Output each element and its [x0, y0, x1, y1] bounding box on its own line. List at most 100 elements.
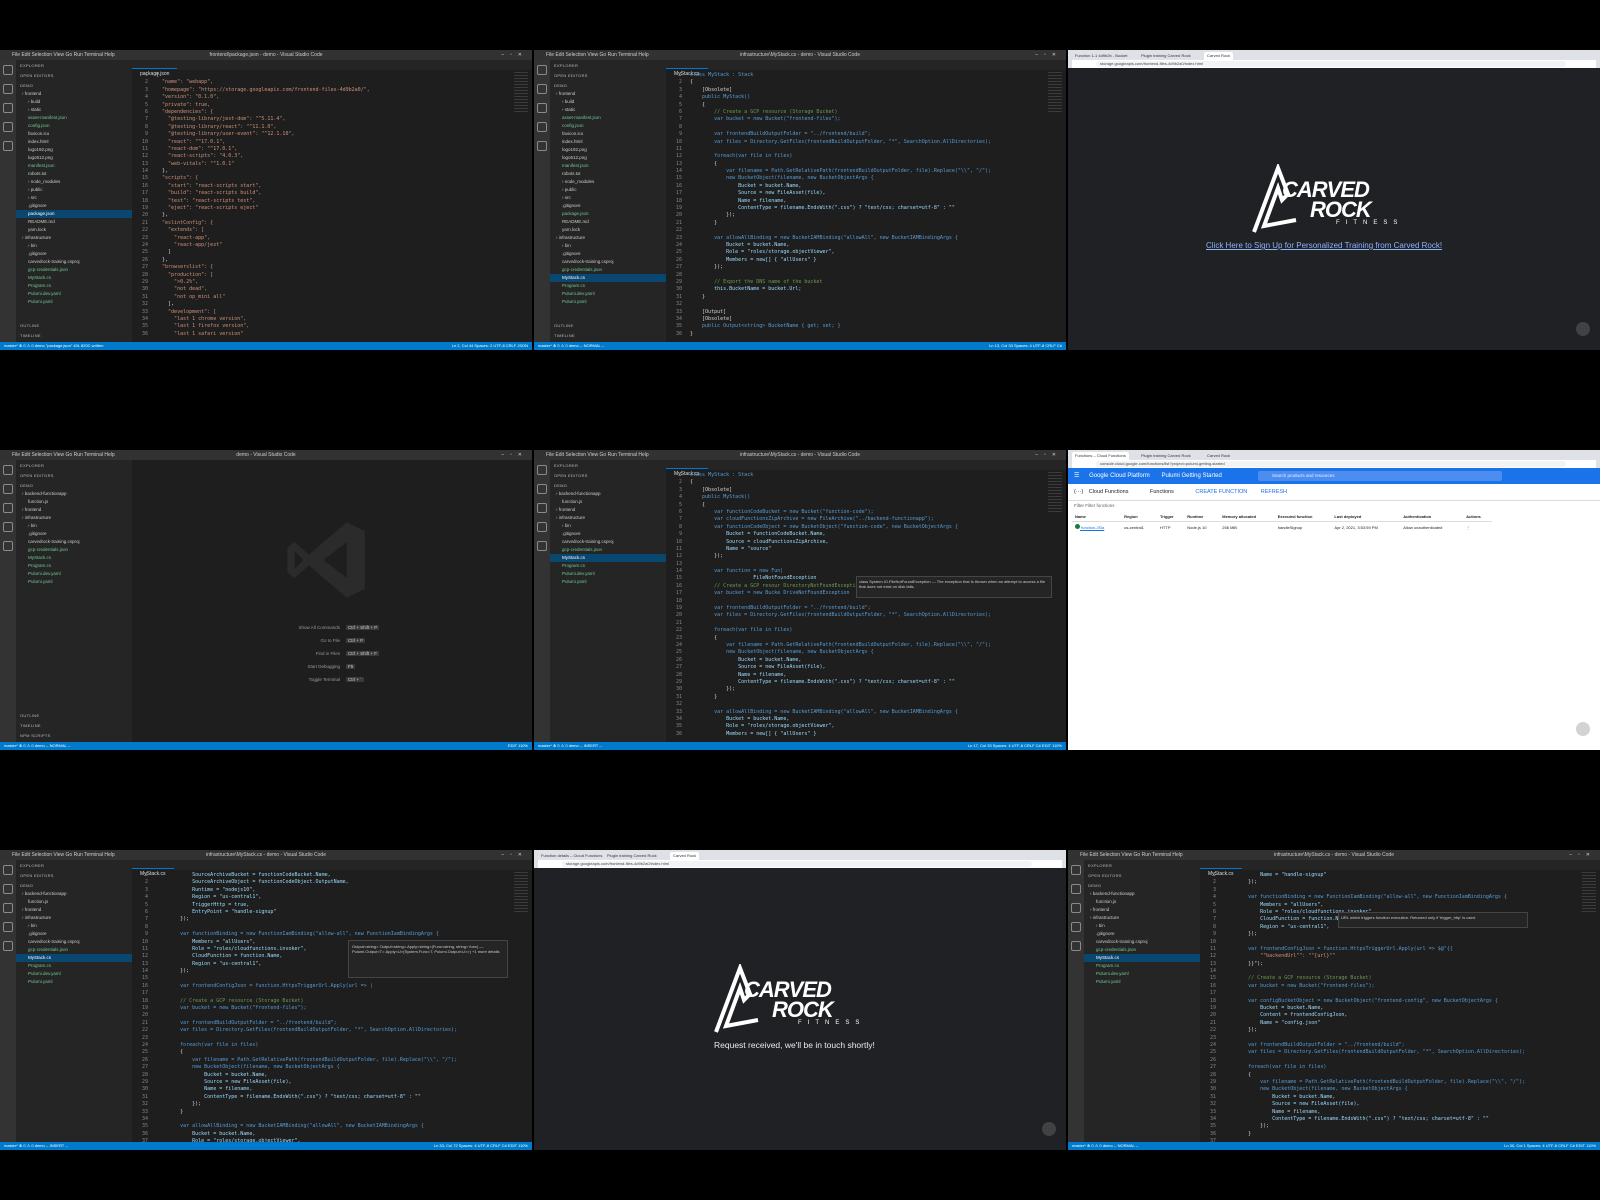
activity-bar[interactable]	[534, 460, 550, 742]
code-line[interactable]: 7 var cloudFunctionsZipArchive = new Fil…	[666, 516, 1046, 523]
files-icon[interactable]	[3, 465, 13, 475]
code-line[interactable]: 9 var functionBinding = new FunctionIamB…	[132, 931, 512, 938]
code-line[interactable]: 30 "not dead",	[132, 286, 512, 293]
source-control-icon[interactable]	[3, 103, 13, 113]
hamburger-icon[interactable]: ☰	[1074, 473, 1079, 479]
code-line[interactable]: 36 "last 1 safari version"	[132, 331, 512, 338]
code-line[interactable]: 21 "eslintConfig": {	[132, 220, 512, 227]
code-line[interactable]: 29 var filename = Path.GetRelativePath(f…	[1200, 1079, 1580, 1086]
code-line[interactable]: 33 Name = filename,	[1200, 1109, 1580, 1116]
code-line[interactable]: 27 foreach(var file in files)	[1200, 1064, 1580, 1071]
code-line[interactable]: 17	[132, 990, 512, 997]
tree-item[interactable]: › build	[550, 98, 666, 106]
function-name-link[interactable]: function-2f3a	[1072, 522, 1121, 533]
files-icon[interactable]	[3, 65, 13, 75]
search-icon[interactable]	[1071, 884, 1081, 894]
tree-item[interactable]: robots.txt	[550, 170, 666, 178]
extensions-icon[interactable]	[3, 941, 13, 951]
code-line[interactable]: 5 "private": true,	[132, 102, 512, 109]
browser-tab-1[interactable]: Function details – Cloud Functions	[538, 852, 605, 860]
code-line[interactable]: 23 "react-app",	[132, 235, 512, 242]
tree-item[interactable]: › static	[550, 106, 666, 114]
code-line[interactable]: 8	[132, 924, 512, 931]
tree-item[interactable]: › backend-functionapp	[16, 490, 132, 498]
code-line[interactable]: 21	[666, 620, 1046, 627]
tree-item[interactable]: MyStack.cs	[1084, 954, 1200, 962]
code-line[interactable]: 24 var filename = Path.GetRelativePath(f…	[666, 642, 1046, 649]
tree-item[interactable]: carvedrock-training.csproj	[16, 538, 132, 546]
tree-item[interactable]: › infrastructure	[16, 234, 132, 242]
minimap[interactable]	[1048, 72, 1062, 112]
code-line[interactable]: 31 "not op_mini all"	[132, 294, 512, 301]
code-line[interactable]: 29 ">0.2%",	[132, 279, 512, 286]
run-debug-icon[interactable]	[1071, 922, 1081, 932]
tree-item[interactable]: manifest.json	[550, 162, 666, 170]
tree-item[interactable]: README.md	[550, 218, 666, 226]
open-editors-header[interactable]: OPEN EDITORS	[550, 70, 666, 80]
source-control-icon[interactable]	[3, 903, 13, 913]
tree-item[interactable]: gcp-credentials.json	[16, 546, 132, 554]
project-selector[interactable]: Pulumi Getting Started	[1161, 473, 1221, 479]
code-line[interactable]: 33 "development": [	[132, 309, 512, 316]
files-icon[interactable]	[1071, 865, 1081, 875]
code-line[interactable]: 30 this.BucketName = bucket.Url;	[666, 286, 1046, 293]
refresh-button[interactable]: REFRESH	[1261, 489, 1287, 495]
browser-tab-2[interactable]: Plugin training Carved Rock	[1138, 452, 1194, 460]
code-line[interactable]: 24 "react-app/jest"	[132, 242, 512, 249]
code-line[interactable]: 2{	[666, 479, 1046, 486]
tree-item[interactable]: Program.cs	[16, 562, 132, 570]
code-line[interactable]: 24 var frontendBuildOutputFolder = "../f…	[1200, 1042, 1580, 1049]
search-icon[interactable]	[3, 484, 13, 494]
code-line[interactable]: 28 {	[1200, 1072, 1580, 1079]
tree-item[interactable]: config.json	[550, 122, 666, 130]
column-header[interactable]: Actions	[1463, 512, 1492, 522]
browser-tab-1[interactable]: Function 1-1 4d9b2b - Bucket	[1072, 52, 1130, 60]
extensions-icon[interactable]	[537, 141, 547, 151]
open-editors-header[interactable]: OPEN EDITORS	[16, 470, 132, 480]
code-line[interactable]: 33 [Output]	[666, 309, 1046, 316]
code-line[interactable]: 17 Source = new FileAsset(file),	[666, 190, 1046, 197]
code-line[interactable]: 28 "production": [	[132, 272, 512, 279]
tree-item[interactable]: MyStack.cs	[16, 554, 132, 562]
code-line[interactable]: 27 "browserslist": {	[132, 264, 512, 271]
code-line[interactable]: 20 var files = Directory.GetFiles(fronte…	[666, 612, 1046, 619]
tree-item[interactable]: › bin	[1084, 922, 1200, 930]
shortcut-row[interactable]: Go to File Ctrl + P	[272, 638, 379, 651]
open-editors-header[interactable]: OPEN EDITORS	[550, 470, 666, 480]
code-line[interactable]: 19 Bucket = bucket.Name,	[1200, 1005, 1580, 1012]
code-line[interactable]: 35 var allowAllBinding = new BucketIAMBi…	[132, 1123, 512, 1130]
code-line[interactable]: 13 {	[666, 161, 1046, 168]
code-line[interactable]: 14 },	[132, 168, 512, 175]
extensions-icon[interactable]	[3, 541, 13, 551]
tree-item[interactable]: gcp-credentials.json	[550, 266, 666, 274]
window-controls[interactable]: –▫✕	[501, 450, 528, 460]
code-line[interactable]: 27 Source = new FileAsset(file),	[666, 664, 1046, 671]
code-line[interactable]: 35 });	[1200, 1123, 1580, 1130]
code-line[interactable]: 1 class MyStack : Stack	[666, 472, 1046, 479]
shortcut-row[interactable]: Show All Commands Ctrl + Shift + P	[272, 625, 380, 638]
tree-item[interactable]: MyStack.cs	[16, 954, 132, 962]
tree-item[interactable]: › public	[550, 186, 666, 194]
table-row[interactable]: function-2f3a us-central1 HTTP Node.js 10 25…	[1072, 522, 1492, 533]
workspace-header[interactable]: DEMO	[550, 480, 666, 490]
tree-item[interactable]: Pulumi.yaml	[16, 578, 132, 586]
play-icon[interactable]	[1576, 322, 1590, 336]
shortcut-row[interactable]: Find in Files Ctrl + Shift + F	[272, 651, 380, 664]
code-line[interactable]: 36 Members = new[] { "allUsers" }	[666, 731, 1046, 738]
tree-item[interactable]: Program.cs	[550, 282, 666, 290]
code-line[interactable]: 20 },	[132, 212, 512, 219]
tree-item[interactable]: Pulumi.dev.yaml	[1084, 970, 1200, 978]
window-controls[interactable]: –▫✕	[501, 850, 528, 860]
code-line[interactable]: 20 Content = frontendConfigJson,	[1200, 1012, 1580, 1019]
tree-item[interactable]: logo192.png	[16, 146, 132, 154]
files-icon[interactable]	[3, 865, 13, 875]
code-line[interactable]: 18 var configBucketObject = new BucketOb…	[1200, 998, 1580, 1005]
run-debug-icon[interactable]	[3, 122, 13, 132]
code-line[interactable]: 15 new BucketObject(filename, new Bucket…	[666, 175, 1046, 182]
code-line[interactable]: 34	[132, 1116, 512, 1123]
code-line[interactable]: 26	[1200, 1057, 1580, 1064]
code-line[interactable]: 15 // Create a GCP resource (Storage Buc…	[1200, 975, 1580, 982]
code-line[interactable]: 8	[666, 124, 1046, 131]
timeline-section[interactable]: TIMELINE	[16, 330, 132, 340]
code-line[interactable]: 1 class MyStack : Stack	[666, 72, 1046, 79]
